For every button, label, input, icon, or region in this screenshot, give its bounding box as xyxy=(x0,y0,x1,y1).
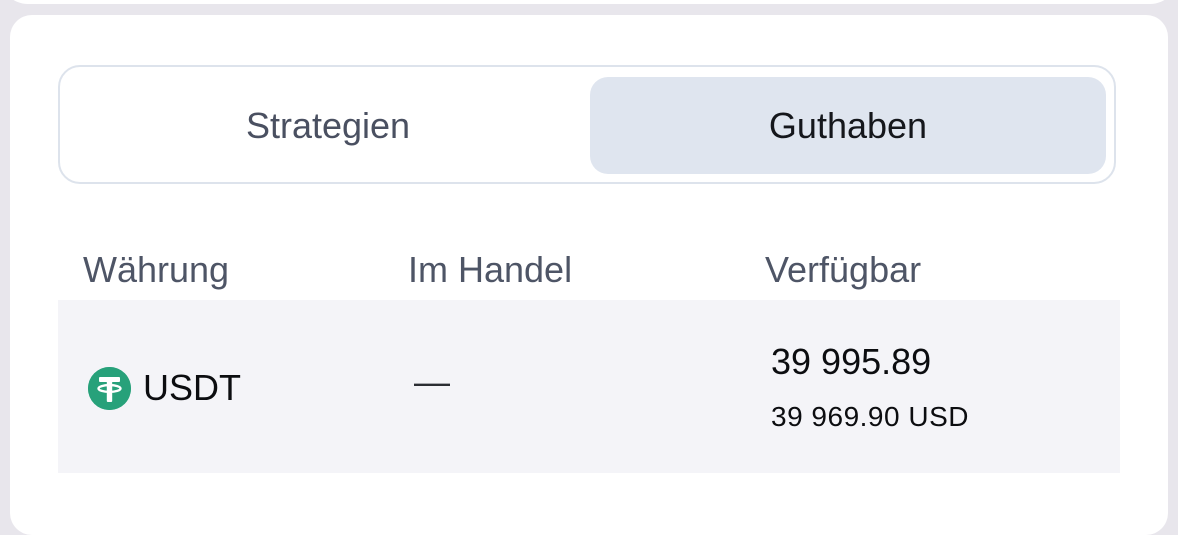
column-header-currency: Währung xyxy=(83,249,230,290)
available-amount: 39 995.89 xyxy=(771,341,932,382)
in-trade-value: — xyxy=(414,361,450,402)
currency-name: USDT xyxy=(143,367,241,408)
available-usd-amount: 39 969.90 USD xyxy=(771,401,969,432)
column-header-in-trade: Im Handel xyxy=(408,249,573,290)
segmented-control: Strategien Guthaben xyxy=(58,65,1116,184)
table-row[interactable]: USDT — 39 995.89 39 969.90 USD xyxy=(58,300,1120,473)
balance-card: Strategien Guthaben Währung Im Handel Ve… xyxy=(10,15,1168,535)
tab-strategien[interactable]: Strategien xyxy=(70,77,586,174)
column-header-available: Verfügbar xyxy=(765,249,922,290)
tab-guthaben[interactable]: Guthaben xyxy=(590,77,1106,174)
previous-card xyxy=(0,0,1178,4)
tether-icon xyxy=(88,367,131,410)
